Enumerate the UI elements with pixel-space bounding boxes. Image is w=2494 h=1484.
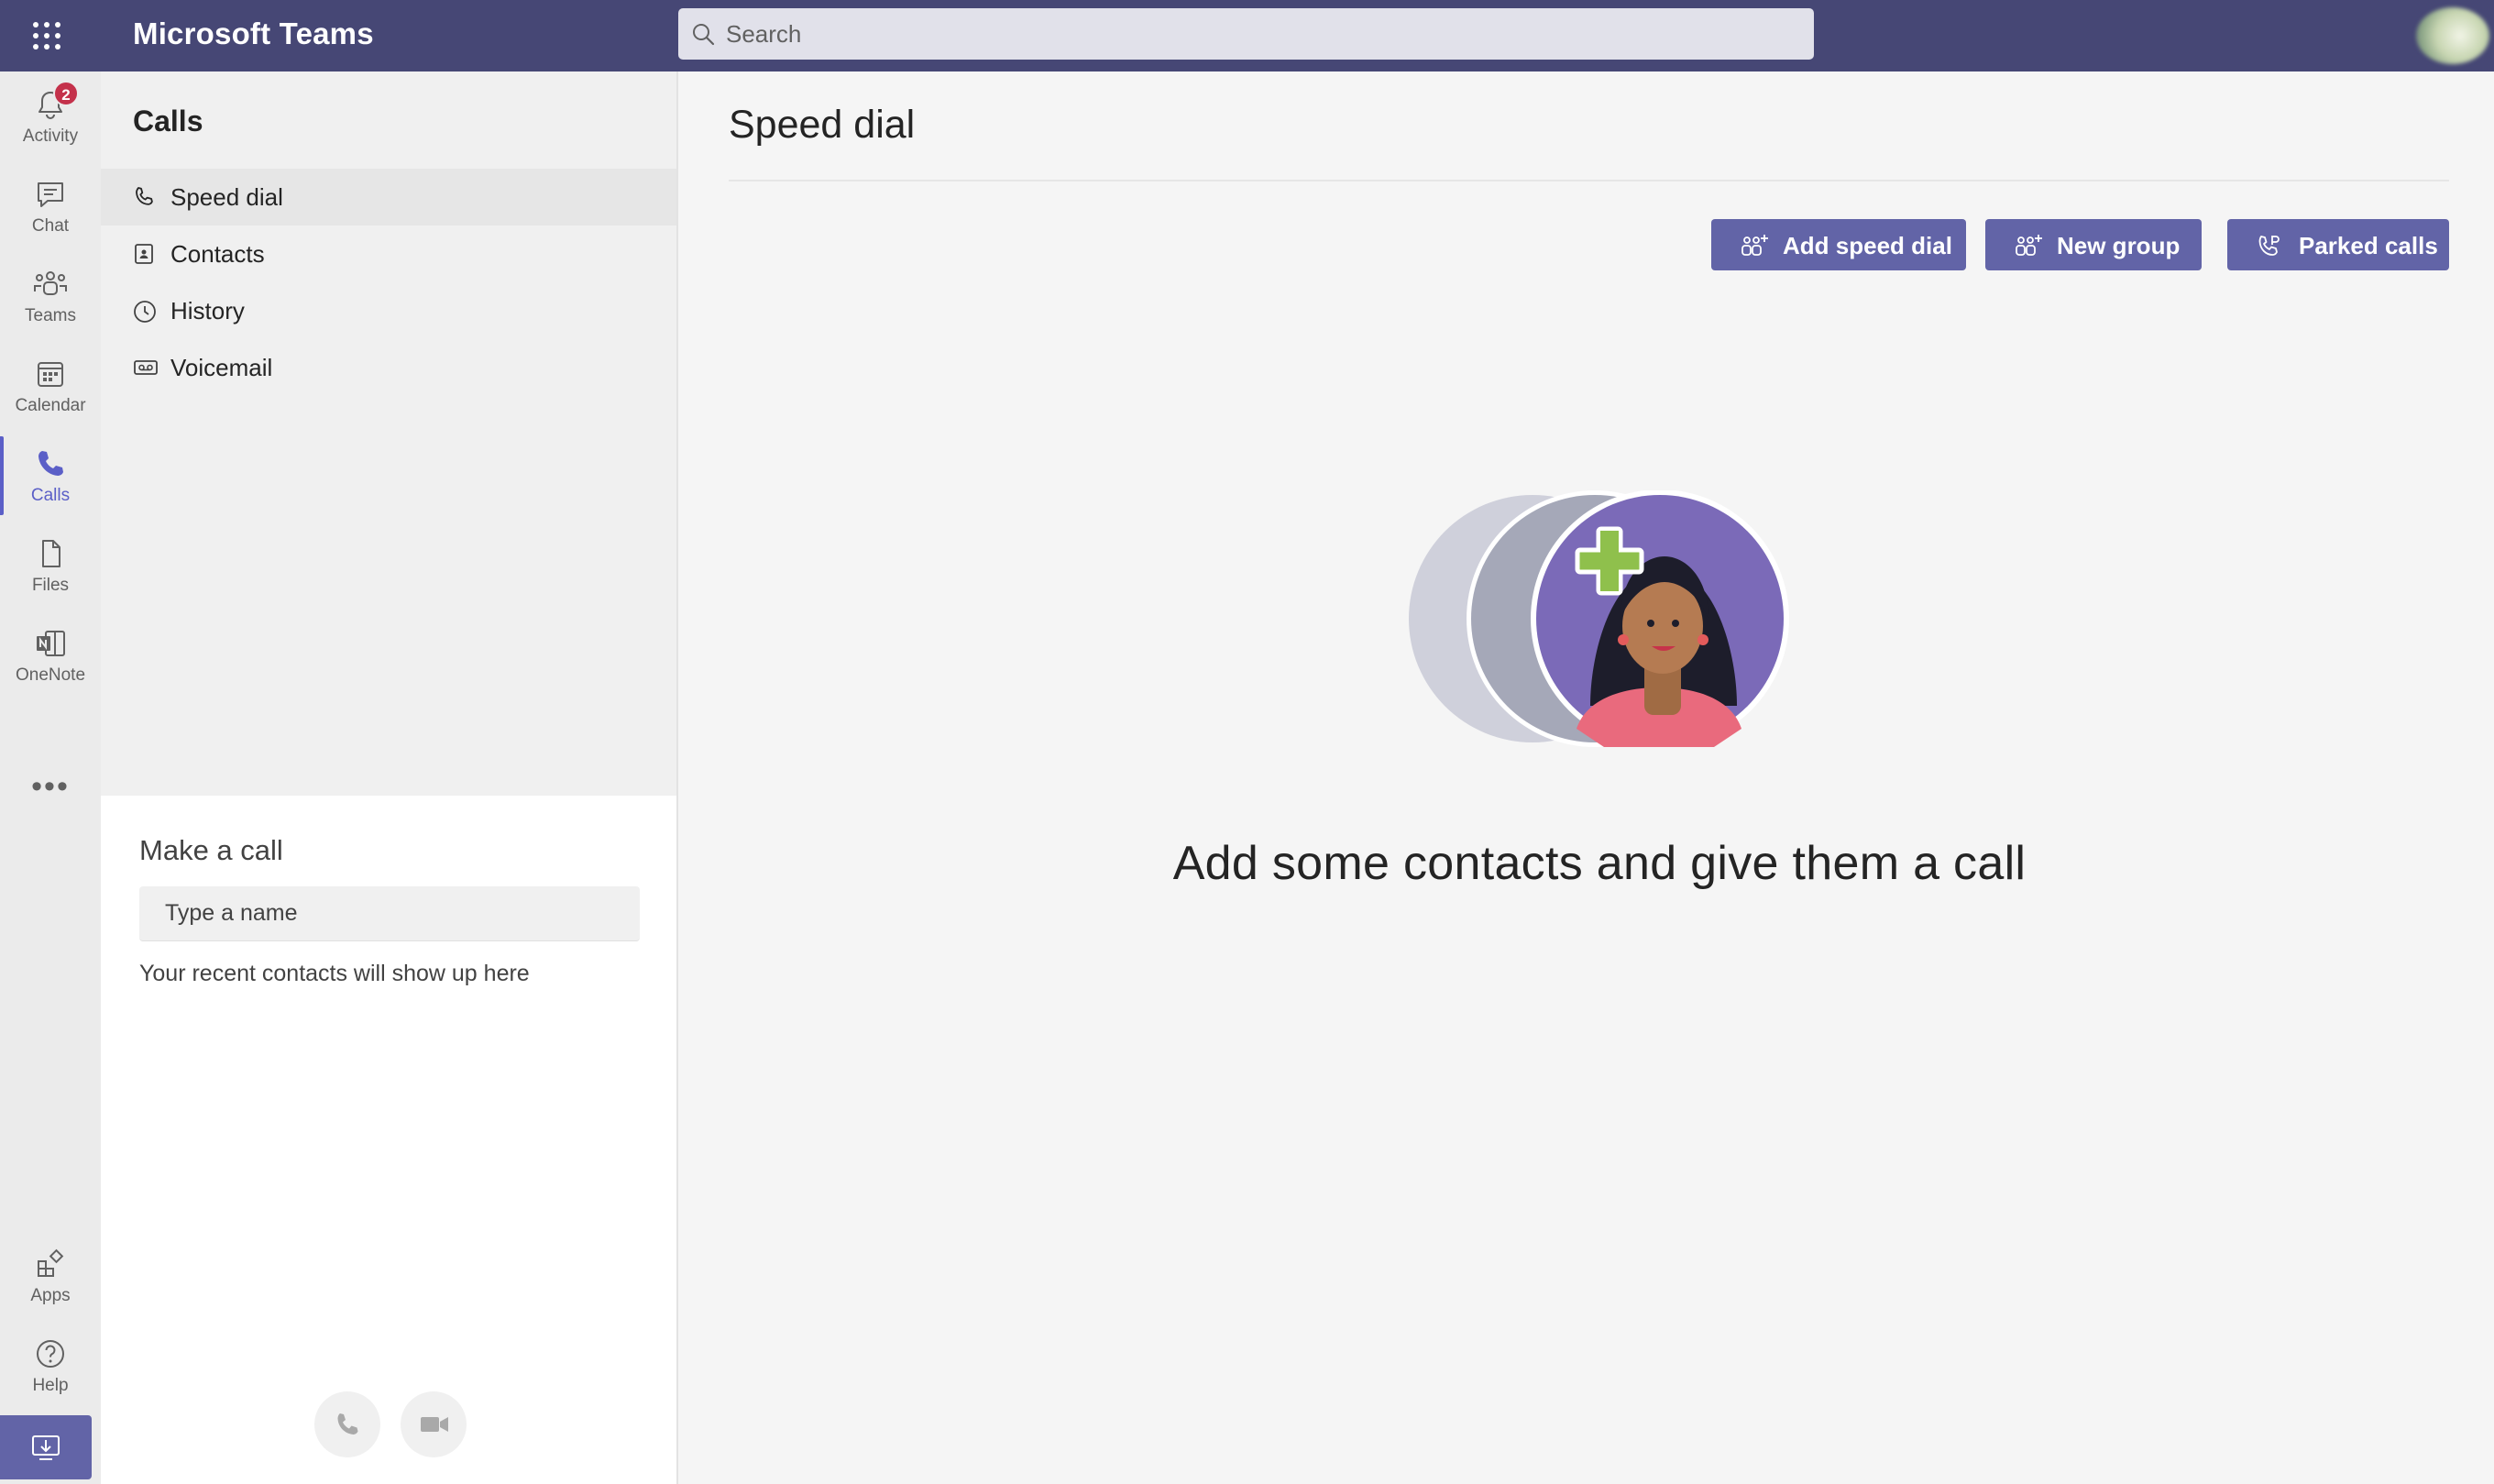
app-rail: 2 Activity Chat Teams Calendar Calls Fil… (0, 71, 101, 1484)
phone-icon (337, 1413, 358, 1435)
parked-call-icon (2258, 236, 2280, 256)
type-a-name-input[interactable] (139, 886, 640, 941)
video-camera-icon (421, 1417, 448, 1432)
add-people-icon (1741, 235, 1768, 256)
chat-icon (38, 182, 63, 207)
file-icon (42, 540, 60, 567)
nav-label: Voicemail (170, 354, 273, 381)
rail-item-apps[interactable]: Apps (0, 1231, 101, 1321)
rail-label: Teams (25, 306, 76, 325)
button-label: Parked calls (2299, 232, 2438, 259)
apps-icon (38, 1248, 64, 1277)
empty-state-message: Add some contacts and give them a call (1172, 837, 2027, 890)
add-speed-dial-button[interactable]: Add speed dial (1711, 219, 1966, 270)
make-call-title: Make a call (139, 834, 283, 866)
title-bar: Microsoft Teams (0, 0, 2494, 71)
nav-item-contacts[interactable]: Contacts (101, 225, 678, 282)
nav-label: Contacts (170, 240, 265, 268)
more-apps-icon[interactable]: ••• (0, 771, 101, 814)
search-icon (693, 24, 715, 46)
profile-avatar[interactable] (2416, 7, 2489, 64)
rail-label: Files (31, 576, 70, 595)
phone-icon (136, 187, 153, 205)
phone-icon (38, 451, 63, 476)
rail-item-help[interactable]: Help (0, 1321, 101, 1411)
clock-icon (134, 301, 156, 323)
rail-item-onenote[interactable]: OneNote (0, 610, 101, 700)
button-label: Add speed dial (1783, 232, 1952, 259)
contact-card-icon (135, 244, 153, 264)
parked-calls-button[interactable]: Parked calls (2227, 219, 2449, 270)
nav-item-history[interactable]: History (101, 282, 678, 339)
panel-divider (676, 71, 678, 1484)
download-icon (32, 1435, 60, 1460)
panel-title: Calls (133, 104, 203, 137)
search-input[interactable] (726, 8, 1789, 60)
nav-label: History (170, 297, 245, 324)
rail-label: Chat (31, 216, 70, 236)
rail-item-teams[interactable]: Teams (0, 251, 101, 341)
search-box[interactable] (678, 8, 1814, 60)
rail-label: Calendar (15, 396, 86, 415)
title-divider (729, 180, 2449, 181)
video-call-button[interactable] (401, 1391, 467, 1457)
calendar-icon (38, 362, 63, 387)
activity-badge: 2 (53, 81, 79, 106)
help-icon (37, 1340, 64, 1368)
page-title: Speed dial (729, 103, 916, 147)
rail-label: Help (32, 1376, 69, 1395)
teams-icon (34, 271, 67, 295)
voicemail-icon (134, 360, 158, 375)
new-group-button[interactable]: New group (1985, 219, 2202, 270)
onenote-icon (37, 631, 65, 656)
button-label: New group (2057, 232, 2181, 259)
rail-item-files[interactable]: Files (0, 521, 101, 610)
rail-label: Calls (30, 486, 71, 505)
nav-item-voicemail[interactable]: Voicemail (101, 339, 678, 396)
add-people-icon (2016, 235, 2042, 256)
calls-panel: Calls Speed dial Contacts History Voicem… (101, 71, 678, 796)
nav-item-speed-dial[interactable]: Speed dial (101, 169, 678, 225)
rail-item-chat[interactable]: Chat (0, 161, 101, 251)
make-a-call-panel: Make a call Your recent contacts will sh… (101, 796, 676, 1484)
app-title: Microsoft Teams (133, 16, 374, 50)
download-app-button[interactable] (0, 1415, 92, 1479)
rail-item-calendar[interactable]: Calendar (0, 341, 101, 431)
rail-label: Apps (30, 1286, 71, 1305)
recent-contacts-text: Your recent contacts will show up here (139, 961, 530, 986)
rail-label: OneNote (15, 665, 86, 685)
empty-state-illustration (1409, 490, 1789, 747)
rail-item-activity[interactable]: 2 Activity (0, 71, 101, 161)
rail-item-calls[interactable]: Calls (0, 431, 101, 521)
audio-call-button[interactable] (314, 1391, 380, 1457)
nav-label: Speed dial (170, 183, 283, 211)
rail-label: Activity (22, 126, 79, 146)
app-launcher-icon[interactable] (27, 16, 66, 55)
